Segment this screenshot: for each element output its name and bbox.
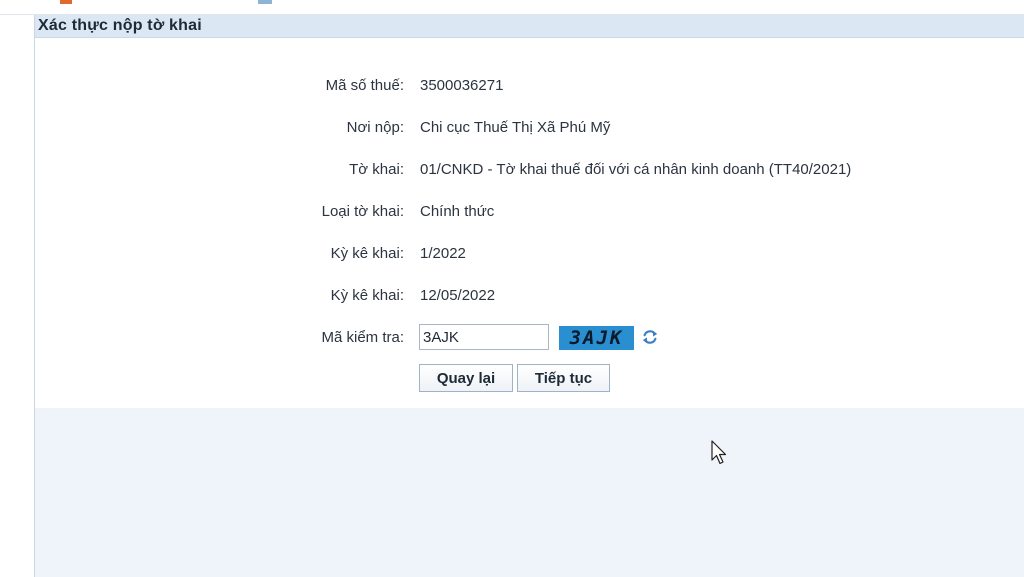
- continue-button[interactable]: Tiếp tục: [517, 364, 610, 392]
- submit-to-label: Nơi nộp:: [346, 119, 404, 136]
- tax-code-value: 3500036271: [420, 77, 504, 94]
- submit-to-row: Nơi nộp: Chi cục Thuế Thị Xã Phú Mỹ: [35, 116, 1024, 140]
- date-row: Kỳ kê khai: 12/05/2022: [35, 284, 1024, 308]
- declaration-row: Tờ khai: 01/CNKD - Tờ khai thuế đối với …: [35, 158, 1024, 182]
- lower-area: [35, 408, 1024, 577]
- declaration-type-label: Loại tờ khai:: [321, 203, 404, 220]
- refresh-icon[interactable]: [641, 328, 659, 346]
- back-button[interactable]: Quay lại: [419, 364, 513, 392]
- page: Xác thực nộp tờ khai Mã số thuế: 3500036…: [0, 0, 1024, 577]
- mouse-cursor-icon: [711, 440, 727, 465]
- declaration-label: Tờ khai:: [349, 161, 404, 178]
- panel-body: Mã số thuế: 3500036271 Nơi nộp: Chi cục …: [35, 38, 1024, 408]
- declaration-type-value: Chính thức: [420, 203, 495, 220]
- declaration-value: 01/CNKD - Tờ khai thuế đối với cá nhân k…: [420, 161, 852, 178]
- captcha-image: 3AJK: [559, 326, 634, 350]
- date-value: 12/05/2022: [420, 287, 496, 304]
- top-decoration-blue: [258, 0, 272, 4]
- captcha-input[interactable]: [419, 324, 549, 350]
- panel-title: Xác thực nộp tờ khai: [38, 17, 202, 34]
- captcha-row: Mã kiểm tra: 3AJK: [35, 324, 1024, 352]
- date-label: Kỳ kê khai:: [330, 287, 404, 304]
- action-buttons-row: Quay lại Tiếp tục: [35, 364, 1024, 392]
- captcha-label: Mã kiểm tra:: [321, 329, 404, 346]
- tax-code-row: Mã số thuế: 3500036271: [35, 74, 1024, 98]
- declaration-type-row: Loại tờ khai: Chính thức: [35, 200, 1024, 224]
- panel-header: Xác thực nộp tờ khai: [35, 15, 1024, 38]
- period-label: Kỳ kê khai:: [330, 245, 404, 262]
- verification-panel: Xác thực nộp tờ khai Mã số thuế: 3500036…: [34, 15, 1024, 577]
- tax-code-label: Mã số thuế:: [325, 77, 404, 94]
- submit-to-value: Chi cục Thuế Thị Xã Phú Mỹ: [420, 119, 611, 136]
- top-decoration-orange: [60, 0, 72, 4]
- top-strip: [0, 0, 1024, 15]
- period-row: Kỳ kê khai: 1/2022: [35, 242, 1024, 266]
- period-value: 1/2022: [420, 245, 466, 262]
